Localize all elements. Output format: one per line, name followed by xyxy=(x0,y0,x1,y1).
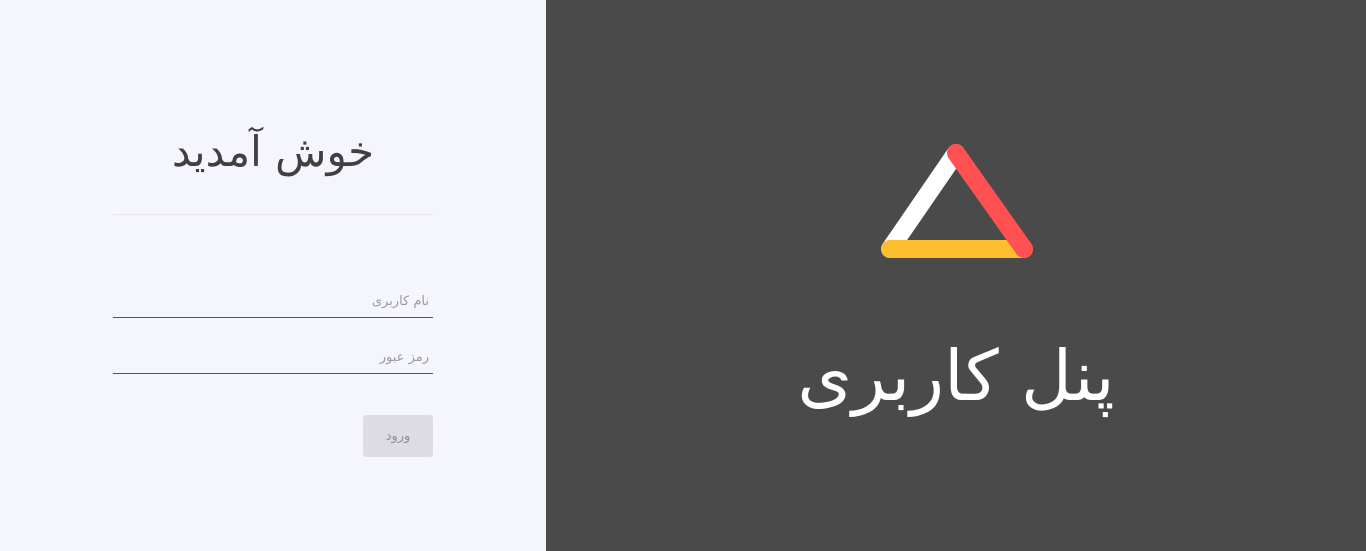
logo-left-stroke xyxy=(881,144,965,258)
panel-title: پنل کاربری xyxy=(797,335,1115,417)
brand-panel xyxy=(546,0,1366,551)
triangle-logo-icon xyxy=(881,144,1033,258)
title-divider xyxy=(113,214,433,215)
logo-right-stroke xyxy=(947,144,1033,258)
password-input[interactable] xyxy=(113,342,433,374)
login-button[interactable]: ورود xyxy=(363,415,433,457)
login-page: خوش آمدید ورود پنل کاربری xyxy=(0,0,1366,551)
login-panel: خوش آمدید ورود xyxy=(0,0,546,551)
username-input[interactable] xyxy=(113,286,433,318)
welcome-title: خوش آمدید xyxy=(171,127,375,176)
